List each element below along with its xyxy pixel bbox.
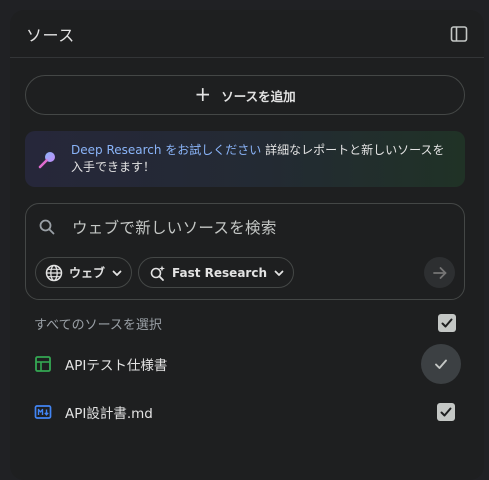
source-item[interactable]: APIテスト仕様書 [34, 344, 474, 384]
web-search-box: ウェブで新しいソースを検索 ウェブ Fast Research [25, 203, 465, 300]
source-name: API設計書.md [65, 406, 153, 422]
select-all-label: すべてのソースを選択 [34, 317, 162, 333]
search-input[interactable]: ウェブで新しいソースを検索 [72, 216, 277, 238]
check-icon [441, 318, 453, 328]
chevron-down-icon [112, 270, 122, 276]
search-submit-button[interactable] [424, 257, 455, 288]
check-icon [435, 359, 447, 369]
deep-research-banner[interactable]: Deep Research をお試しください 詳細なレポートと新しいソースを入手… [25, 131, 465, 187]
research-mode-dropdown[interactable]: Fast Research [138, 257, 294, 288]
source-item[interactable]: API設計書.md [34, 392, 474, 432]
panel-header: ソース [10, 10, 484, 58]
search-chips: ウェブ Fast Research [35, 257, 294, 288]
promo-link[interactable]: Deep Research をお試しください [71, 143, 261, 157]
web-chip-label: ウェブ [69, 266, 106, 280]
select-all-row: すべてのソースを選択 [34, 311, 456, 335]
search-row[interactable]: ウェブで新しいソースを検索 [26, 204, 464, 250]
sparkle-search-icon [150, 265, 166, 281]
add-source-label: ソースを追加 [221, 88, 296, 104]
mode-chip-label: Fast Research [172, 265, 267, 280]
add-source-button[interactable]: + ソースを追加 [25, 75, 465, 115]
sources-panel: ソース + ソースを追加 Deep Research をお試しください 詳細なレ… [10, 10, 484, 480]
source-checkbox[interactable] [437, 403, 455, 421]
source-name: APIテスト仕様書 [65, 358, 168, 374]
markdown-icon [34, 403, 52, 421]
arrow-right-icon [432, 266, 446, 279]
plus-icon: + [194, 82, 212, 106]
check-icon [440, 407, 452, 417]
select-all-checkbox[interactable] [438, 314, 456, 332]
panel-title: ソース [26, 25, 75, 45]
web-source-dropdown[interactable]: ウェブ [35, 257, 133, 288]
magnifier-sparkle-icon [37, 148, 59, 170]
globe-icon [45, 264, 63, 281]
source-checkbox-hover[interactable] [421, 344, 461, 384]
spreadsheet-icon [34, 355, 52, 373]
chevron-down-icon [274, 270, 284, 276]
search-icon [38, 218, 56, 236]
side-panel-icon[interactable] [448, 23, 470, 45]
promo-text: Deep Research をお試しください 詳細なレポートと新しいソースを入手… [71, 142, 453, 176]
